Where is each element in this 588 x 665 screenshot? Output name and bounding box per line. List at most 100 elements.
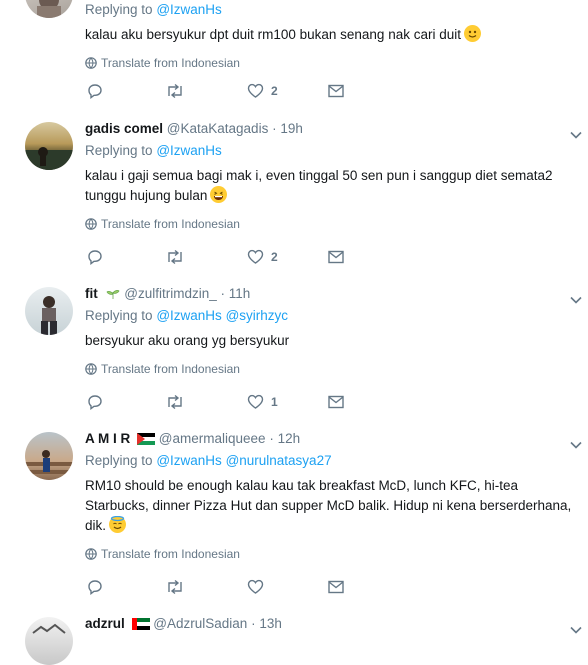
display-name[interactable]: fit: [85, 286, 98, 301]
like-count: 1: [271, 395, 278, 409]
timestamp[interactable]: 19h: [280, 121, 303, 136]
like-button[interactable]: [247, 577, 271, 597]
display-name[interactable]: gadis comel: [85, 121, 163, 136]
globe-icon: [85, 57, 97, 69]
retweet-button[interactable]: [165, 247, 192, 267]
separator: ·: [220, 286, 226, 301]
display-name[interactable]: adzrul: [85, 616, 125, 631]
translate-label: Translate from Indonesian: [101, 547, 240, 561]
direct-message-button[interactable]: [328, 247, 344, 267]
translate-label: Translate from Indonesian: [101, 362, 240, 376]
mention-link[interactable]: @IzwanHs: [156, 143, 221, 158]
globe-icon: [85, 548, 97, 560]
mention-link[interactable]: @syirhzyc: [226, 308, 288, 323]
tweet-text: kalau i gaji semua bagi mak i, even ting…: [85, 166, 578, 206]
direct-message-button[interactable]: [328, 81, 344, 101]
translate-link[interactable]: Translate from Indonesian: [85, 546, 578, 562]
tweet-1[interactable]: gadis comel @KataKatagadis · 19h Replyin…: [0, 110, 588, 276]
reply-icon: [88, 250, 102, 265]
like-count: 2: [271, 84, 278, 98]
replying-label: Replying to: [85, 143, 153, 158]
tweet-header: gadis comel @KataKatagadis · 19h: [85, 119, 578, 139]
user-handle[interactable]: @AdzrulSadian: [153, 616, 247, 631]
tweet-actions: 2: [85, 247, 355, 269]
retweet-button[interactable]: [165, 81, 192, 101]
direct-message-button[interactable]: [328, 577, 344, 597]
tweet-header: adzrul @AdzrulSadian · 13h: [85, 614, 578, 634]
herb-emoji: [105, 286, 121, 306]
replying-to: Replying to @IzwanHs: [85, 141, 578, 161]
replying-label: Replying to: [85, 308, 153, 323]
tweet-text: bersyukur aku orang yg bersyukur: [85, 331, 578, 351]
separator: ·: [251, 616, 256, 631]
heart-icon: [247, 83, 264, 98]
translate-link[interactable]: Translate from Indonesian: [85, 216, 578, 232]
tweet-actions: [85, 577, 355, 599]
tweet-4[interactable]: adzrul @AdzrulSadian · 13h: [0, 605, 588, 665]
tweet-2[interactable]: fit @zulfitrimdzin_ · 11h Replying to @I…: [0, 275, 588, 421]
translate-label: Translate from Indonesian: [101, 217, 240, 231]
reply-button[interactable]: [87, 81, 110, 101]
reply-icon: [88, 395, 102, 410]
like-count: 2: [271, 250, 278, 264]
avatar-image: [32, 623, 66, 634]
retweet-icon: [168, 579, 182, 595]
heart-icon: [247, 249, 264, 264]
tweet-header: A M I R @amermaliqueee · 12h: [85, 429, 578, 449]
replying-to: Replying to @IzwanHs: [85, 0, 578, 20]
timestamp[interactable]: 11h: [229, 286, 251, 301]
avatar[interactable]: [25, 432, 73, 480]
palestine-flag-emoji: [137, 431, 156, 451]
globe-icon: [85, 218, 97, 230]
reply-icon: [88, 84, 102, 99]
timestamp[interactable]: 12h: [278, 431, 301, 446]
translate-link[interactable]: Translate from Indonesian: [85, 361, 578, 377]
user-handle[interactable]: @zulfitrimdzin_: [124, 286, 216, 301]
user-handle[interactable]: @KataKatagadis: [167, 121, 269, 136]
heart-icon: [247, 579, 264, 594]
envelope-icon: [328, 395, 344, 409]
avatar[interactable]: [25, 287, 73, 335]
tweet-text-body: bersyukur aku orang yg bersyukur: [85, 333, 290, 348]
tweet-0[interactable]: Replying to @IzwanHs kalau aku bersyukur…: [0, 0, 588, 111]
retweet-icon: [168, 249, 182, 265]
like-button[interactable]: 2: [247, 81, 278, 101]
reply-button[interactable]: [87, 392, 110, 412]
tweet-text-body: kalau aku bersyukur dpt duit rm100 bukan…: [85, 27, 461, 42]
mention-link[interactable]: @nurulnatasya27: [226, 453, 332, 468]
mention-link[interactable]: @IzwanHs: [156, 308, 221, 323]
replying-label: Replying to: [85, 2, 153, 17]
like-button[interactable]: 2: [247, 247, 278, 267]
reply-button[interactable]: [87, 577, 110, 597]
tweet-3[interactable]: A M I R @amermaliqueee · 12h Replying to…: [0, 420, 588, 606]
tweet-text-body: kalau i gaji semua bagi mak i, even ting…: [85, 168, 553, 203]
tweet-header: fit @zulfitrimdzin_ · 11h: [85, 284, 578, 304]
reply-button[interactable]: [87, 247, 110, 267]
user-handle[interactable]: @amermaliqueee: [159, 431, 266, 446]
avatar[interactable]: [25, 0, 73, 18]
direct-message-button[interactable]: [328, 392, 344, 412]
timestamp[interactable]: 13h: [259, 616, 282, 631]
avatar[interactable]: [25, 617, 73, 665]
heart-icon: [247, 394, 264, 409]
avatar-image: [41, 296, 57, 335]
tweet-actions: 2: [85, 81, 355, 103]
retweet-button[interactable]: [165, 392, 192, 412]
retweet-icon: [168, 394, 182, 410]
retweet-button[interactable]: [165, 577, 192, 597]
avatar[interactable]: [25, 122, 73, 170]
envelope-icon: [328, 250, 344, 264]
display-name[interactable]: A M I R: [85, 431, 130, 446]
like-button[interactable]: 1: [247, 392, 278, 412]
mention-link[interactable]: @IzwanHs: [156, 2, 221, 17]
retweet-icon: [168, 83, 182, 99]
translate-link[interactable]: Translate from Indonesian: [85, 55, 578, 71]
tweet-text-body: RM10 should be enough kalau kau tak brea…: [85, 478, 572, 533]
translate-label: Translate from Indonesian: [101, 56, 240, 70]
avatar-image: [25, 450, 73, 474]
reply-icon: [88, 580, 102, 595]
slightly-smiling-face-emoji: [463, 25, 481, 42]
tweet-actions: 1: [85, 392, 355, 414]
separator: ·: [269, 431, 274, 446]
mention-link[interactable]: @IzwanHs: [156, 453, 221, 468]
